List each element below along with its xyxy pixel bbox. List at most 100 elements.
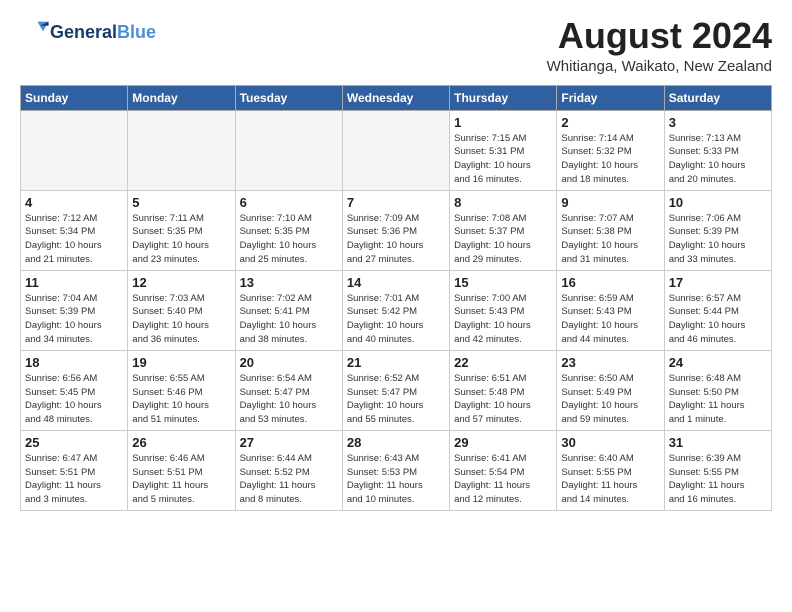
day-number: 11 [25, 275, 123, 290]
table-row: 4 Sunrise: 7:12 AMSunset: 5:34 PMDaylight… [21, 190, 128, 270]
day-number: 20 [240, 355, 338, 370]
day-info: Sunrise: 7:12 AMSunset: 5:34 PMDaylight:… [25, 212, 123, 267]
day-info: Sunrise: 6:57 AMSunset: 5:44 PMDaylight:… [669, 292, 767, 347]
col-friday: Friday [557, 85, 664, 110]
month-title: August 2024 [547, 16, 772, 56]
day-number: 16 [561, 275, 659, 290]
table-row: 25 Sunrise: 6:47 AMSunset: 5:51 PMDayligh… [21, 430, 128, 510]
table-row: 19 Sunrise: 6:55 AMSunset: 5:46 PMDayligh… [128, 350, 235, 430]
day-number: 25 [25, 435, 123, 450]
logo: GeneralBlue [20, 16, 156, 49]
day-number: 13 [240, 275, 338, 290]
table-row: 2 Sunrise: 7:14 AMSunset: 5:32 PMDaylight… [557, 110, 664, 190]
table-row [128, 110, 235, 190]
table-row: 24Sunrise: 6:48 AMSunset: 5:50 PMDayligh… [664, 350, 771, 430]
table-row: 29 Sunrise: 6:41 AMSunset: 5:54 PMDayligh… [450, 430, 557, 510]
day-number: 5 [132, 195, 230, 210]
day-info: Sunrise: 7:15 AMSunset: 5:31 PMDaylight:… [454, 132, 552, 187]
title-block: August 2024 Whitianga, Waikato, New Zeal… [547, 16, 772, 75]
day-number: 17 [669, 275, 767, 290]
table-row [21, 110, 128, 190]
day-number: 2 [561, 115, 659, 130]
table-row: 26 Sunrise: 6:46 AMSunset: 5:51 PMDayligh… [128, 430, 235, 510]
day-info: Sunrise: 6:50 AMSunset: 5:49 PMDaylight:… [561, 372, 659, 427]
table-row: 31 Sunrise: 6:39 AMSunset: 5:55 PMDayligh… [664, 430, 771, 510]
day-info: Sunrise: 7:07 AMSunset: 5:38 PMDaylight:… [561, 212, 659, 267]
col-monday: Monday [128, 85, 235, 110]
calendar-week-row: 25 Sunrise: 6:47 AMSunset: 5:51 PMDayligh… [21, 430, 772, 510]
day-number: 21 [347, 355, 445, 370]
day-info: Sunrise: 7:11 AMSunset: 5:35 PMDaylight:… [132, 212, 230, 267]
table-row: 10 Sunrise: 7:06 AMSunset: 5:39 PMDayligh… [664, 190, 771, 270]
col-saturday: Saturday [664, 85, 771, 110]
col-wednesday: Wednesday [342, 85, 449, 110]
table-row: 1Sunrise: 7:15 AMSunset: 5:31 PMDaylight… [450, 110, 557, 190]
table-row: 27Sunrise: 6:44 AMSunset: 5:52 PMDayligh… [235, 430, 342, 510]
day-info: Sunrise: 6:51 AMSunset: 5:48 PMDaylight:… [454, 372, 552, 427]
day-number: 7 [347, 195, 445, 210]
table-row: 12Sunrise: 7:03 AMSunset: 5:40 PMDayligh… [128, 270, 235, 350]
day-number: 3 [669, 115, 767, 130]
day-number: 26 [132, 435, 230, 450]
logo-icon [22, 16, 50, 44]
day-info: Sunrise: 7:06 AMSunset: 5:39 PMDaylight:… [669, 212, 767, 267]
day-info: Sunrise: 6:52 AMSunset: 5:47 PMDaylight:… [347, 372, 445, 427]
day-number: 19 [132, 355, 230, 370]
day-info: Sunrise: 6:46 AMSunset: 5:51 PMDaylight:… [132, 452, 230, 507]
logo-text: GeneralBlue [50, 23, 156, 43]
day-info: Sunrise: 7:14 AMSunset: 5:32 PMDaylight:… [561, 132, 659, 187]
table-row: 20 Sunrise: 6:54 AMSunset: 5:47 PMDayligh… [235, 350, 342, 430]
table-row: 23Sunrise: 6:50 AMSunset: 5:49 PMDayligh… [557, 350, 664, 430]
day-number: 14 [347, 275, 445, 290]
day-number: 30 [561, 435, 659, 450]
table-row: 8Sunrise: 7:08 AMSunset: 5:37 PMDaylight… [450, 190, 557, 270]
day-number: 12 [132, 275, 230, 290]
day-number: 18 [25, 355, 123, 370]
day-info: Sunrise: 7:09 AMSunset: 5:36 PMDaylight:… [347, 212, 445, 267]
day-info: Sunrise: 6:40 AMSunset: 5:55 PMDaylight:… [561, 452, 659, 507]
table-row: 16 Sunrise: 6:59 AMSunset: 5:43 PMDayligh… [557, 270, 664, 350]
table-row: 15 Sunrise: 7:00 AMSunset: 5:43 PMDayligh… [450, 270, 557, 350]
day-info: Sunrise: 6:56 AMSunset: 5:45 PMDaylight:… [25, 372, 123, 427]
day-info: Sunrise: 7:04 AMSunset: 5:39 PMDaylight:… [25, 292, 123, 347]
table-row: 7 Sunrise: 7:09 AMSunset: 5:36 PMDaylight… [342, 190, 449, 270]
table-row: 13 Sunrise: 7:02 AMSunset: 5:41 PMDayligh… [235, 270, 342, 350]
day-number: 15 [454, 275, 552, 290]
table-row [342, 110, 449, 190]
day-number: 29 [454, 435, 552, 450]
day-info: Sunrise: 6:59 AMSunset: 5:43 PMDaylight:… [561, 292, 659, 347]
table-row: 6 Sunrise: 7:10 AMSunset: 5:35 PMDaylight… [235, 190, 342, 270]
day-number: 9 [561, 195, 659, 210]
table-row: 3Sunrise: 7:13 AMSunset: 5:33 PMDaylight… [664, 110, 771, 190]
day-number: 4 [25, 195, 123, 210]
day-number: 22 [454, 355, 552, 370]
day-number: 6 [240, 195, 338, 210]
day-info: Sunrise: 6:47 AMSunset: 5:51 PMDaylight:… [25, 452, 123, 507]
table-row: 22 Sunrise: 6:51 AMSunset: 5:48 PMDayligh… [450, 350, 557, 430]
day-info: Sunrise: 6:41 AMSunset: 5:54 PMDaylight:… [454, 452, 552, 507]
day-info: Sunrise: 7:01 AMSunset: 5:42 PMDaylight:… [347, 292, 445, 347]
page: GeneralBlue August 2024 Whitianga, Waika… [0, 0, 792, 521]
location-title: Whitianga, Waikato, New Zealand [547, 58, 772, 75]
day-number: 24 [669, 355, 767, 370]
day-info: Sunrise: 6:44 AMSunset: 5:52 PMDaylight:… [240, 452, 338, 507]
day-info: Sunrise: 7:08 AMSunset: 5:37 PMDaylight:… [454, 212, 552, 267]
day-info: Sunrise: 7:02 AMSunset: 5:41 PMDaylight:… [240, 292, 338, 347]
day-info: Sunrise: 7:00 AMSunset: 5:43 PMDaylight:… [454, 292, 552, 347]
table-row: 5 Sunrise: 7:11 AMSunset: 5:35 PMDaylight… [128, 190, 235, 270]
day-info: Sunrise: 6:54 AMSunset: 5:47 PMDaylight:… [240, 372, 338, 427]
day-info: Sunrise: 6:39 AMSunset: 5:55 PMDaylight:… [669, 452, 767, 507]
day-number: 10 [669, 195, 767, 210]
table-row: 28Sunrise: 6:43 AMSunset: 5:53 PMDayligh… [342, 430, 449, 510]
table-row: 17 Sunrise: 6:57 AMSunset: 5:44 PMDayligh… [664, 270, 771, 350]
table-row: 21 Sunrise: 6:52 AMSunset: 5:47 PMDayligh… [342, 350, 449, 430]
day-number: 31 [669, 435, 767, 450]
table-row: 30 Sunrise: 6:40 AMSunset: 5:55 PMDayligh… [557, 430, 664, 510]
col-sunday: Sunday [21, 85, 128, 110]
day-info: Sunrise: 6:43 AMSunset: 5:53 PMDaylight:… [347, 452, 445, 507]
calendar-week-row: 4 Sunrise: 7:12 AMSunset: 5:34 PMDaylight… [21, 190, 772, 270]
day-info: Sunrise: 6:55 AMSunset: 5:46 PMDaylight:… [132, 372, 230, 427]
day-info: Sunrise: 7:10 AMSunset: 5:35 PMDaylight:… [240, 212, 338, 267]
calendar-header-row: Sunday Monday Tuesday Wednesday Thursday… [21, 85, 772, 110]
col-tuesday: Tuesday [235, 85, 342, 110]
